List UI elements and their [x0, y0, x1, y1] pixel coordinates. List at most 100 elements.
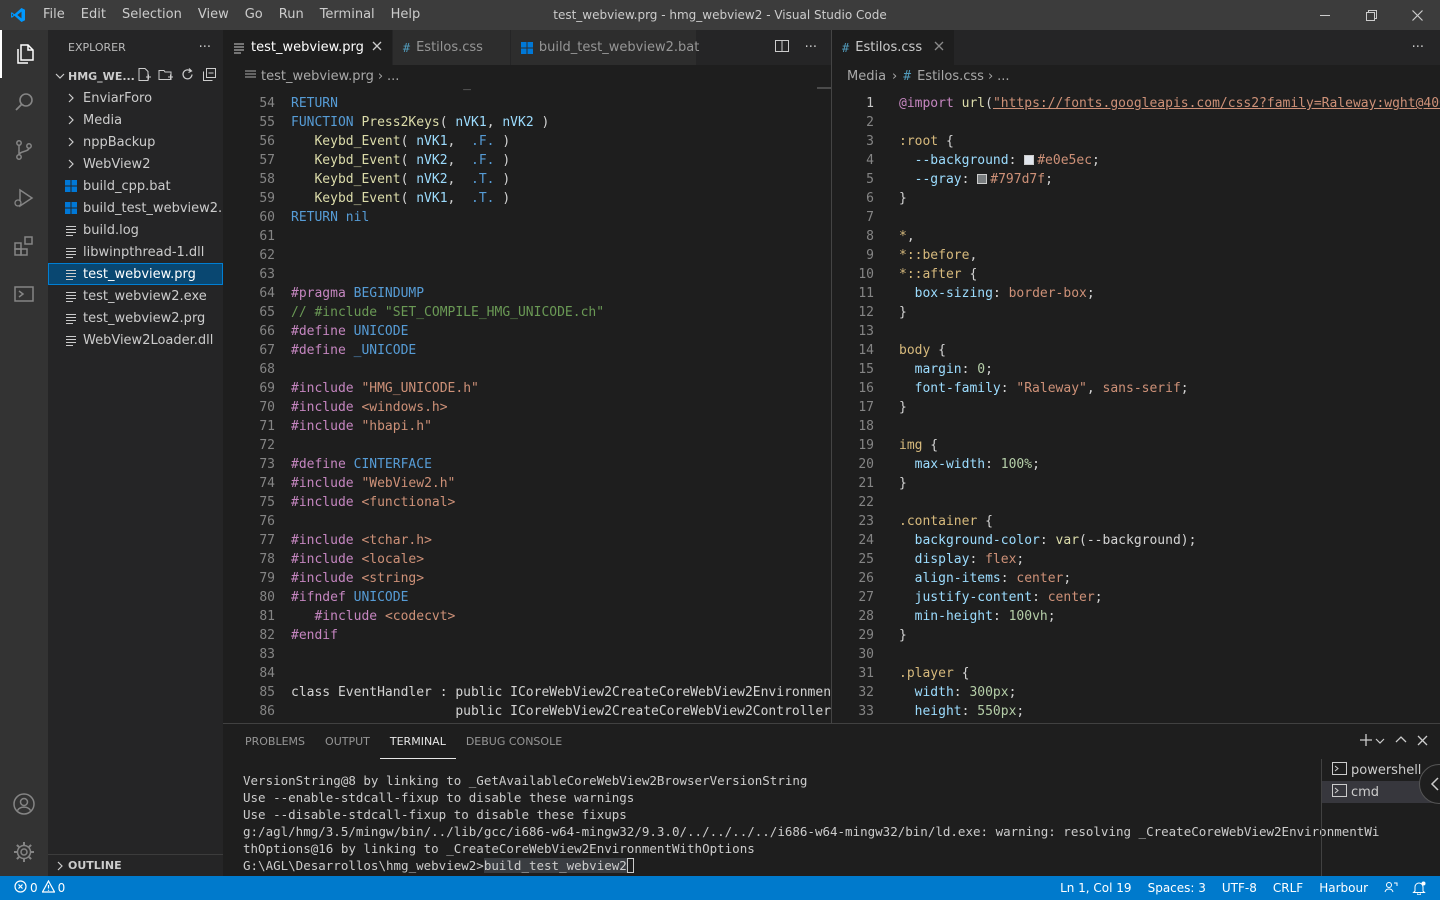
collapse-all-icon[interactable] [202, 67, 217, 85]
outline-section[interactable]: OUTLINE [48, 854, 223, 876]
close-panel-icon[interactable] [1417, 735, 1428, 750]
accounts-icon[interactable] [0, 780, 48, 828]
breadcrumb-more[interactable]: ... [997, 69, 1009, 84]
encoding[interactable]: UTF-8 [1213, 876, 1264, 900]
breadcrumb-file[interactable]: Estilos.css [917, 69, 984, 84]
scrollbar-indicator[interactable] [817, 87, 831, 89]
tree-item[interactable]: build_test_webview2.bat [48, 197, 223, 219]
tree-item[interactable]: nppBackup [48, 131, 223, 153]
breadcrumb-folder[interactable]: Media [847, 69, 886, 84]
split-editor-icon[interactable] [774, 39, 789, 57]
code-token: width [914, 685, 954, 700]
panel-tab-debug-console[interactable]: DEBUG CONSOLE [456, 724, 572, 759]
menu-item-go[interactable]: Go [237, 0, 271, 30]
menu-item-edit[interactable]: Edit [73, 0, 114, 30]
close-tab-icon[interactable] [372, 40, 382, 55]
cursor-position[interactable]: Ln 1, Col 19 [1053, 876, 1139, 900]
maximize-panel-icon[interactable] [1395, 734, 1407, 750]
extensions-icon[interactable] [0, 222, 48, 270]
tree-item[interactable]: libwinpthread-1.dll [48, 241, 223, 263]
code-token: nil [345, 210, 370, 225]
tree-item[interactable]: WebView2 [48, 153, 223, 175]
code-token: #include [291, 571, 362, 586]
new-file-icon[interactable] [136, 67, 151, 85]
terminal-prompt: G:\AGL\Desarrollos\hmg_webview2> [243, 858, 484, 873]
problems-status[interactable]: 0 0 [0, 876, 72, 900]
feedback-icon[interactable] [1375, 876, 1405, 900]
line-number: 57 [259, 153, 275, 168]
notifications-bell-icon[interactable] [1405, 876, 1440, 900]
tree-item[interactable]: Media [48, 109, 223, 131]
new-terminal-icon[interactable] [1359, 733, 1373, 751]
code-line: .container { [899, 512, 993, 531]
menu-item-selection[interactable]: Selection [114, 0, 190, 30]
more-actions-icon[interactable]: ··· [1412, 40, 1424, 55]
folder-header[interactable]: HMG_WE... [48, 65, 223, 87]
explorer-icon[interactable] [0, 30, 48, 78]
code-token: ; [1016, 552, 1025, 567]
code-token: <tchar.h> [361, 533, 432, 548]
terminal-prompt-line[interactable]: G:\AGL\Desarrollos\hmg_webview2>build_te… [243, 857, 1379, 874]
tree-item[interactable]: test_webview.prg [48, 263, 223, 285]
right-code-editor[interactable]: 1 @import url("https://fonts.googleapis.c… [832, 87, 1440, 723]
menu-item-view[interactable]: View [190, 0, 237, 30]
panel-tab-problems[interactable]: PROBLEMS [235, 724, 315, 759]
code-token: // #include "SET_COMPILE_HMG_UNICODE.ch" [291, 305, 605, 320]
more-actions-icon[interactable]: ··· [805, 40, 817, 55]
search-icon[interactable] [0, 78, 48, 126]
code-token: : [1008, 153, 1025, 168]
tab-estilos-css[interactable]: # Estilos.css [392, 30, 511, 65]
right-editor-tabs: # Estilos.css ··· [832, 30, 1440, 65]
menu-item-terminal[interactable]: Terminal [312, 0, 383, 30]
settings-gear-icon[interactable] [0, 828, 48, 876]
error-icon [14, 880, 27, 896]
tree-item[interactable]: test_webview2.prg [48, 307, 223, 329]
menu-item-file[interactable]: File [35, 0, 73, 30]
breadcrumb-file[interactable]: test_webview.prg [261, 69, 374, 84]
code-line: } [899, 626, 907, 645]
language-mode[interactable]: Harbour [1310, 876, 1375, 900]
code-token: } [899, 400, 907, 415]
code-token: ( [400, 172, 417, 187]
tree-item[interactable]: WebView2Loader.dll [48, 329, 223, 351]
tree-item[interactable]: build.log [48, 219, 223, 241]
terminal-dropdown-icon[interactable] [1375, 735, 1385, 750]
code-token: body [899, 343, 931, 358]
outline-title: OUTLINE [68, 859, 122, 872]
source-control-icon[interactable] [0, 126, 48, 174]
close-tab-icon[interactable] [934, 40, 944, 55]
minimize-button[interactable] [1302, 0, 1348, 30]
code-line: } [899, 398, 907, 417]
code-token: #include [291, 419, 362, 434]
tab-build-bat[interactable]: build_test_webview2.bat [510, 30, 699, 65]
tab-estilos-css-right[interactable]: # Estilos.css [832, 30, 956, 65]
terminal-output[interactable]: VersionString@8 by linking to _GetAvaila… [243, 772, 1379, 874]
code-token: 300px [969, 685, 1009, 700]
run-debug-icon[interactable] [0, 174, 48, 222]
indentation[interactable]: Spaces: 3 [1139, 876, 1213, 900]
restore-button[interactable] [1348, 0, 1394, 30]
breadcrumb-more[interactable]: ... [387, 69, 399, 84]
tree-item[interactable]: EnviarForo [48, 87, 223, 109]
code-token: (--background); [1079, 533, 1197, 548]
menu-item-run[interactable]: Run [271, 0, 312, 30]
end-of-line[interactable]: CRLF [1264, 876, 1310, 900]
line-number: 78 [259, 552, 275, 567]
menu-item-help[interactable]: Help [383, 0, 429, 30]
tree-item[interactable]: test_webview2.exe [48, 285, 223, 307]
code-token: img [899, 438, 923, 453]
tree-item-label: build_cpp.bat [83, 178, 171, 194]
close-window-button[interactable] [1394, 0, 1440, 30]
code-line: RETURN [291, 94, 338, 113]
refresh-icon[interactable] [180, 67, 195, 85]
panel-tab-output[interactable]: OUTPUT [315, 724, 380, 759]
remote-explorer-icon[interactable] [0, 270, 48, 318]
left-code-editor[interactable]: ACTIVATE WINDOW Win_1 54RETURN55FUNCTION… [223, 87, 831, 723]
tree-item[interactable]: build_cpp.bat [48, 175, 223, 197]
panel-tab-terminal[interactable]: TERMINAL [379, 724, 456, 759]
new-folder-icon[interactable] [158, 67, 173, 85]
code-token: Press2Keys [361, 115, 440, 130]
sidebar-more-button[interactable]: ··· [199, 40, 211, 55]
tab-test-webview-prg[interactable]: test_webview.prg [223, 30, 393, 65]
